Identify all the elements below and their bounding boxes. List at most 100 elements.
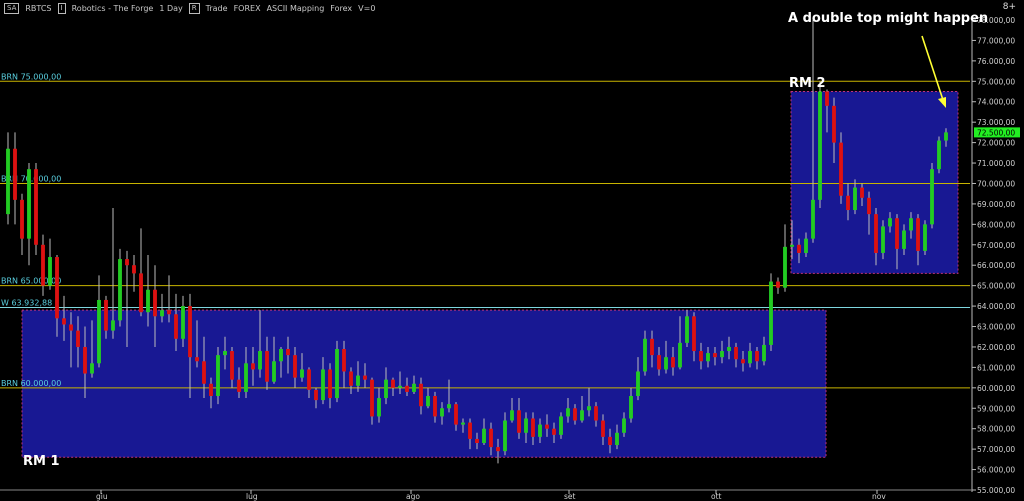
price-chart[interactable]: BRN 75.000,00 BRN 70.000,00 BRN 65.000,00 W…	[0, 0, 1024, 501]
candle-body	[804, 238, 808, 253]
candle-body	[608, 436, 612, 446]
candle-body	[475, 438, 479, 443]
candle-body	[13, 148, 17, 200]
candle-body	[251, 363, 255, 370]
candle-body	[853, 187, 857, 211]
candle-body	[720, 351, 724, 358]
candle-body	[300, 369, 304, 378]
candle-body	[132, 265, 136, 274]
candle-body	[888, 218, 892, 227]
x-tick-label: nov	[872, 492, 886, 501]
candle-body	[244, 363, 248, 392]
y-tick-label: 71.000,00	[977, 159, 1015, 168]
y-tick-label: 57.000,00	[977, 445, 1015, 454]
candle-body	[755, 351, 759, 362]
candle-body	[615, 432, 619, 446]
level-label-2: BRN 65.000,00	[1, 277, 61, 286]
candle-body	[55, 257, 59, 319]
candle-body	[524, 418, 528, 433]
candle-body	[489, 428, 493, 448]
level-label-0: BRN 75.000,00	[1, 72, 61, 81]
y-tick-label: 77.000,00	[977, 36, 1015, 45]
current-price-label: 72.500,00	[977, 128, 1015, 137]
candle-body	[818, 91, 822, 200]
candle-body	[90, 363, 94, 374]
y-tick-label: 60.000,00	[977, 384, 1015, 393]
y-tick-label: 68.000,00	[977, 220, 1015, 229]
y-tick-label: 73.000,00	[977, 118, 1015, 127]
candle-body	[293, 355, 297, 378]
candle-body	[468, 422, 472, 439]
level-label-1: BRN 70.000,00	[1, 174, 61, 183]
candle-body	[6, 148, 10, 215]
candle-body	[258, 351, 262, 370]
candle-body	[741, 359, 745, 364]
candle-body	[321, 369, 325, 401]
candle-body	[76, 330, 80, 347]
candle-body	[559, 416, 563, 435]
candle-body	[27, 169, 31, 239]
level-label-4: BRN 60.000,00	[1, 379, 61, 388]
candle-body	[412, 383, 416, 392]
candle-body	[881, 226, 885, 253]
candle-body	[496, 447, 500, 452]
y-tick-label: 66.000,00	[977, 261, 1015, 270]
candle-body	[664, 357, 668, 370]
candle-body	[405, 385, 409, 392]
candle-body	[769, 281, 773, 345]
x-tick-label: lug	[246, 492, 258, 501]
x-tick-label: ago	[406, 492, 420, 501]
candle-body	[937, 140, 941, 170]
y-tick-label: 72.000,00	[977, 139, 1015, 148]
candle-body	[727, 346, 731, 352]
candle-body	[601, 420, 605, 437]
candle-body	[265, 351, 269, 382]
candle-body	[846, 195, 850, 211]
candle-body	[160, 310, 164, 317]
y-tick-label: 61.000,00	[977, 363, 1015, 372]
candle-body	[188, 306, 192, 358]
candle-body	[580, 410, 584, 421]
candle-body	[440, 408, 444, 417]
candle-body	[314, 389, 318, 401]
candle-body	[510, 410, 514, 421]
candle-body	[111, 320, 115, 331]
y-tick-label: 62.000,00	[977, 343, 1015, 352]
candle-body	[916, 218, 920, 251]
candle-body	[272, 361, 276, 382]
candle-body	[34, 169, 38, 245]
candle-body	[930, 169, 934, 225]
candle-body	[643, 338, 647, 372]
candle-body	[622, 418, 626, 433]
y-tick-label: 69.000,00	[977, 200, 1015, 209]
x-tick-label: giu	[96, 492, 108, 501]
candle-body	[482, 428, 486, 443]
candle-body	[342, 349, 346, 372]
candle-body	[692, 316, 696, 352]
level-label-3: W 63.932,88	[1, 298, 52, 307]
candle-body	[391, 379, 395, 388]
candle-body	[825, 91, 829, 106]
y-tick-label: 65.000,00	[977, 282, 1015, 291]
candle-body	[874, 214, 878, 253]
candle-body	[552, 428, 556, 435]
annotation-rm2: RM 2	[789, 76, 826, 91]
candle-body	[419, 383, 423, 407]
candle-body	[349, 371, 353, 386]
y-tick-label: 64.000,00	[977, 302, 1015, 311]
candle-body	[811, 199, 815, 239]
candle-body	[895, 218, 899, 249]
candle-body	[97, 299, 101, 364]
candle-body	[223, 351, 227, 356]
candle-body	[797, 244, 801, 253]
y-tick-label: 55.000,00	[977, 486, 1015, 495]
y-tick-label: 74.000,00	[977, 98, 1015, 107]
candle-body	[867, 197, 871, 215]
annotation-double-top: A double top might happen	[788, 11, 988, 26]
candle-body	[202, 361, 206, 384]
candle-body	[447, 404, 451, 409]
candle-body	[909, 218, 913, 231]
x-tick-label: set	[564, 492, 576, 501]
candle-body	[713, 353, 717, 358]
candle-body	[545, 424, 549, 429]
